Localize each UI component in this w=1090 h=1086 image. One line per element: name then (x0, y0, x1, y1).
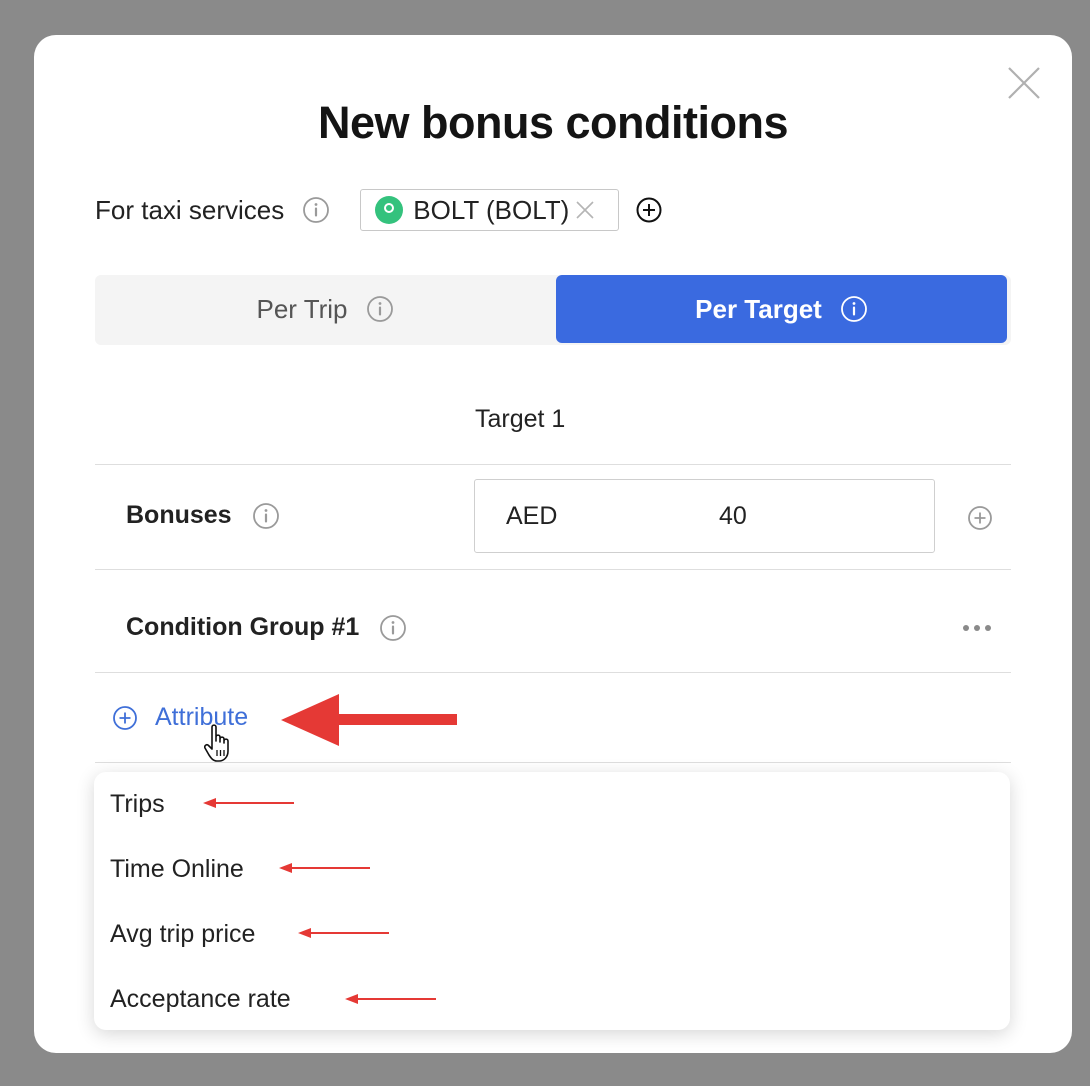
target-column-header: Target 1 (475, 405, 566, 433)
service-chip-label: BOLT (BOLT) (413, 194, 570, 225)
tab-per-target[interactable]: Per Target (556, 275, 1007, 343)
attribute-option-avg-trip-price[interactable]: Avg trip price (110, 920, 255, 949)
tab-per-trip-label: Per Trip (256, 293, 348, 324)
bonus-amount-input[interactable]: AED 40 (474, 479, 935, 553)
chip-remove-icon[interactable] (575, 200, 595, 220)
bonus-conditions-modal: New bonus conditions For taxi services B… (34, 35, 1072, 1053)
close-icon[interactable] (1006, 65, 1042, 101)
hand-cursor-icon (204, 724, 229, 762)
info-icon[interactable] (379, 614, 407, 642)
attribute-dropdown: Trips Time Online Avg trip price Accepta… (94, 772, 1010, 1030)
bonuses-label-row: Bonuses (126, 501, 280, 530)
bonus-type-switch: Per Trip Per Target (95, 275, 1011, 345)
annotation-arrow (279, 863, 370, 873)
bonus-amount-value: 40 (719, 502, 747, 530)
annotation-arrow (298, 928, 389, 938)
divider (95, 762, 1011, 763)
attribute-option-acceptance-rate[interactable]: Acceptance rate (110, 985, 291, 1014)
condition-group-label-row: Condition Group #1 (126, 613, 407, 642)
bolt-logo-icon (375, 196, 404, 224)
info-icon[interactable] (840, 295, 868, 323)
info-icon[interactable] (302, 196, 330, 224)
divider (95, 672, 1011, 673)
divider (95, 464, 1011, 465)
annotation-arrow (345, 994, 436, 1004)
condition-group-label: Condition Group #1 (126, 613, 360, 641)
tab-per-target-label: Per Target (695, 293, 822, 324)
add-service-icon[interactable] (635, 196, 663, 224)
annotation-arrow (203, 798, 294, 808)
attribute-option-time-online[interactable]: Time Online (110, 855, 244, 884)
bonus-currency: AED (506, 502, 558, 530)
bonuses-label: Bonuses (126, 501, 232, 529)
tab-per-trip[interactable]: Per Trip (95, 275, 555, 343)
taxi-services-row: For taxi services BOLT (BOLT) (95, 187, 663, 233)
divider (95, 569, 1011, 570)
annotation-arrow (281, 694, 457, 746)
plus-circle-icon (113, 705, 137, 730)
service-chip-bolt[interactable]: BOLT (BOLT) (360, 189, 620, 231)
attribute-option-trips[interactable]: Trips (110, 790, 165, 819)
add-bonus-icon[interactable] (967, 505, 993, 531)
more-icon[interactable] (963, 625, 991, 631)
info-icon[interactable] (366, 295, 394, 323)
info-icon[interactable] (252, 502, 280, 530)
taxi-services-label: For taxi services (95, 194, 285, 225)
modal-title: New bonus conditions (318, 97, 789, 148)
